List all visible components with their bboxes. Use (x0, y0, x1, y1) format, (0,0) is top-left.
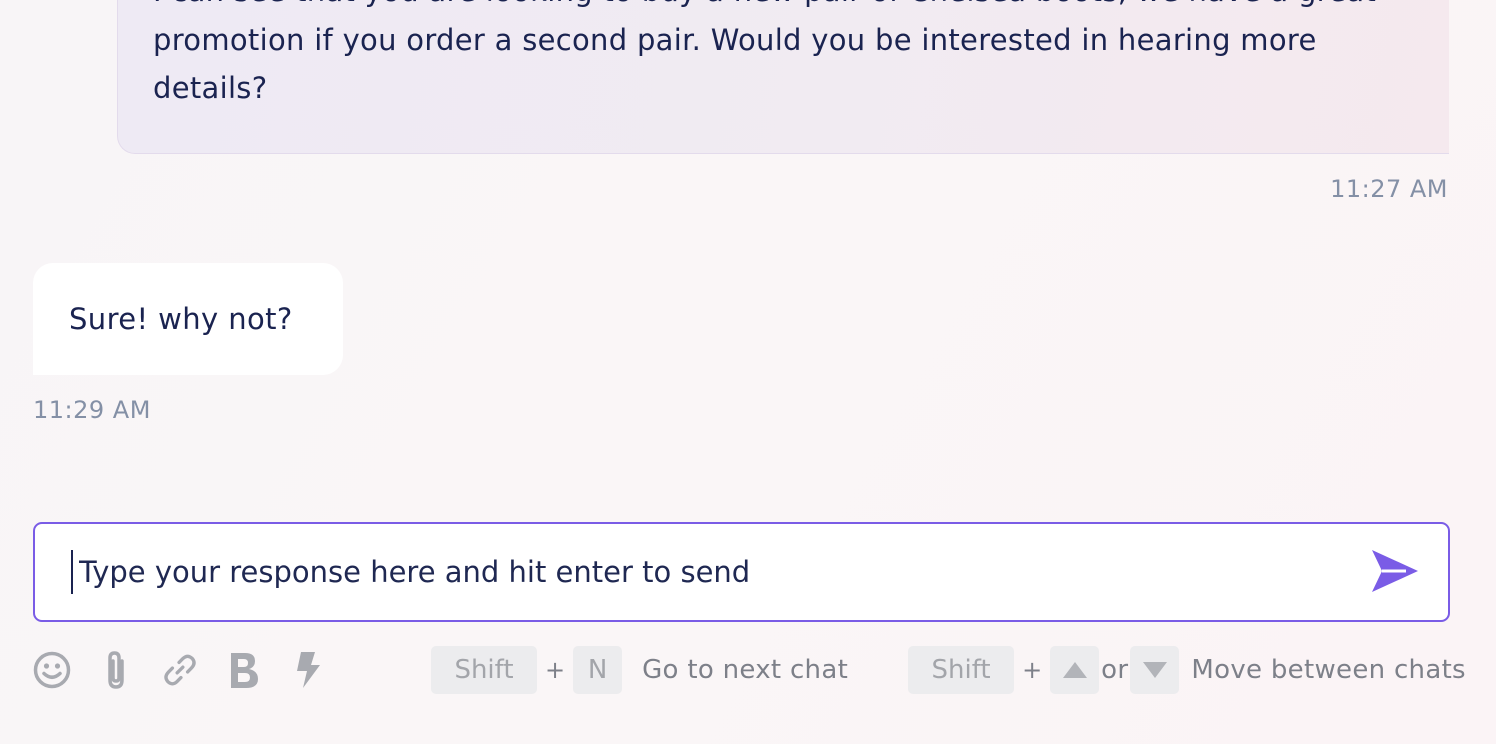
link-button[interactable] (161, 649, 199, 691)
lightning-icon (297, 652, 320, 688)
agent-message-text: I can see that you are looking to buy a … (153, 0, 1376, 105)
agent-message-bubble: I can see that you are looking to buy a … (117, 0, 1449, 154)
agent-message-timestamp: 11:27 AM (1330, 175, 1448, 203)
message-composer (33, 522, 1450, 622)
customer-message-text: Sure! why not? (69, 302, 293, 336)
formatting-toolbar (33, 647, 353, 693)
keyboard-shortcuts: Shift + N Go to next chat Shift + or Mov… (431, 645, 1466, 695)
arrow-up-key (1050, 646, 1100, 694)
n-key: N (573, 646, 623, 694)
emoji-button[interactable] (33, 649, 71, 691)
plus-sign: + (1022, 656, 1043, 684)
arrow-down-icon (1142, 662, 1167, 678)
customer-message-bubble: Sure! why not? (33, 263, 343, 375)
link-icon (164, 654, 196, 686)
response-input[interactable] (71, 550, 1339, 594)
arrow-down-key (1130, 646, 1180, 694)
move-between-chats-hint: Move between chats (1191, 655, 1466, 685)
plus-sign: + (545, 656, 566, 684)
attachment-icon (108, 651, 124, 689)
send-arrow-icon (1372, 550, 1418, 592)
customer-message-timestamp: 11:29 AM (33, 396, 151, 424)
or-text: or (1101, 655, 1129, 685)
quick-reply-button[interactable] (289, 649, 327, 691)
bold-icon (231, 653, 258, 688)
send-button[interactable] (1368, 547, 1422, 597)
next-chat-hint: Go to next chat (642, 655, 849, 685)
bold-button[interactable] (225, 649, 263, 691)
emoji-icon (33, 651, 71, 689)
attachment-button[interactable] (97, 649, 135, 691)
shift-key: Shift (908, 646, 1015, 694)
arrow-up-icon (1062, 662, 1087, 678)
shift-key: Shift (431, 646, 537, 694)
